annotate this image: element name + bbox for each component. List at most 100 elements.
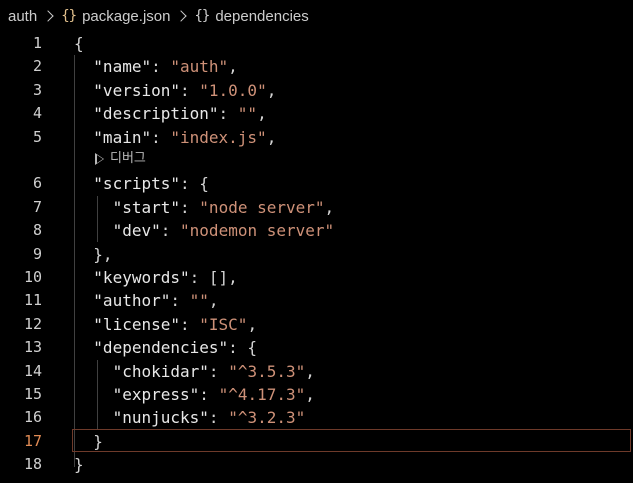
json-key: "start"	[112, 197, 181, 217]
code-text: "name": "auth",	[93, 55, 238, 78]
json-key: "description"	[93, 104, 219, 124]
code-line[interactable]: 14 "chokidar": "^3.5.3",	[0, 360, 633, 383]
json-string: "^3.2.3"	[228, 408, 306, 428]
json-punctuation: :	[160, 221, 181, 241]
json-string: "auth"	[170, 57, 229, 77]
line-number: 13	[23, 338, 42, 357]
code-line[interactable]: 6 "scripts": {	[0, 172, 633, 195]
object-braces-icon: {}	[194, 8, 210, 24]
json-braces-icon: {}	[61, 8, 77, 24]
code-text: "chokidar": "^3.5.3",	[113, 360, 315, 383]
code-line[interactable]: 1{	[0, 32, 633, 55]
json-key: "chokidar"	[112, 361, 209, 381]
line-number: 18	[23, 455, 42, 474]
code-line[interactable]: 15 "express": "^4.17.3",	[0, 383, 633, 406]
json-punctuation: : {	[228, 338, 258, 358]
code-text: "express": "^4.17.3",	[113, 383, 315, 406]
code-text: "version": "1.0.0",	[93, 79, 276, 102]
json-punctuation: :	[208, 361, 229, 381]
code-text: "dependencies": {	[93, 336, 257, 359]
breadcrumb-file-label: package.json	[82, 7, 171, 25]
json-punctuation: }	[93, 431, 103, 451]
code-line[interactable]: 13 "dependencies": {	[0, 336, 633, 359]
json-key: "main"	[93, 127, 152, 147]
code-line[interactable]: 8 "dev": "nodemon server"	[0, 219, 633, 242]
breadcrumb: auth {} package.json {} dependencies	[0, 0, 633, 32]
chevron-right-icon	[42, 10, 54, 22]
code-line[interactable]: 12 "license": "ISC",	[0, 313, 633, 336]
json-punctuation: :	[180, 197, 200, 217]
line-number: 2	[32, 57, 42, 76]
json-key: "author"	[93, 291, 171, 311]
json-key: "dependencies"	[93, 338, 229, 358]
breadcrumb-symbol-label: dependencies	[215, 7, 309, 25]
breadcrumb-file[interactable]: {} package.json	[61, 8, 170, 25]
json-key: "dev"	[112, 221, 161, 241]
json-string: "^4.17.3"	[218, 385, 306, 404]
breadcrumb-folder-label: auth	[8, 7, 38, 25]
code-line[interactable]: 11 "author": "",	[0, 289, 633, 312]
line-number: 1	[32, 34, 42, 52]
code-line[interactable]: 2 "name": "auth",	[0, 55, 633, 78]
line-number: 11	[23, 291, 42, 310]
line-number: 17	[23, 431, 42, 450]
code-line[interactable]: 4 "description": "",	[0, 102, 633, 125]
line-number: 8	[32, 221, 42, 240]
line-number: 16	[23, 408, 42, 427]
json-punctuation: ,	[247, 314, 258, 334]
json-key: "version"	[93, 80, 180, 100]
code-text: "author": "",	[93, 289, 218, 312]
json-punctuation: ,	[305, 385, 315, 404]
code-line[interactable]: 9},	[0, 243, 633, 266]
json-punctuation: ,	[324, 197, 335, 217]
code-line[interactable]: 7 "start": "node server",	[0, 196, 633, 219]
json-key: "express"	[112, 385, 200, 404]
code-text: "keywords": [],	[93, 266, 238, 289]
json-string: "^3.5.3"	[228, 361, 306, 381]
line-number: 14	[23, 361, 42, 380]
json-punctuation: {	[74, 34, 84, 53]
json-key: "scripts"	[93, 174, 180, 194]
code-line[interactable]: 10 "keywords": [],	[0, 266, 633, 289]
play-icon	[95, 152, 104, 165]
code-text: "dev": "nodemon server"	[113, 219, 335, 242]
line-number: 3	[32, 80, 42, 99]
json-string: "1.0.0"	[199, 80, 267, 100]
json-punctuation: :	[180, 80, 200, 100]
json-punctuation: ,	[266, 127, 277, 147]
code-text: "main": "index.js",	[93, 126, 276, 149]
line-number: 6	[32, 174, 42, 193]
json-punctuation: :	[151, 127, 171, 147]
code-text: "description": "",	[93, 102, 266, 125]
code-line[interactable]: 17}	[0, 430, 633, 453]
code-text: }	[74, 453, 84, 476]
code-text: "start": "node server",	[113, 196, 335, 219]
code-editor[interactable]: 디버그 1{2 "name": "auth", 3 "version": "1.0.0…	[0, 32, 633, 483]
breadcrumb-folder[interactable]: auth	[8, 8, 37, 25]
json-string: "index.js"	[170, 127, 267, 147]
json-string: "nodemon server"	[180, 221, 335, 241]
breadcrumb-symbol[interactable]: {} dependencies	[194, 8, 308, 25]
json-punctuation: :	[180, 314, 200, 334]
code-text: "nunjucks": "^3.2.3"	[113, 406, 306, 429]
json-punctuation: ,	[305, 361, 315, 381]
code-line[interactable]: 5 "main": "index.js",	[0, 126, 633, 149]
code-text: }	[93, 430, 103, 453]
debug-codelens[interactable]: 디버그	[95, 147, 146, 170]
code-line[interactable]: 18}	[0, 453, 633, 476]
code-line[interactable]: 3 "version": "1.0.0",	[0, 79, 633, 102]
code-text: "scripts": {	[93, 172, 209, 195]
json-punctuation: }	[74, 455, 84, 475]
json-punctuation: ,	[228, 57, 238, 77]
line-number: 9	[32, 244, 42, 263]
json-key: "name"	[93, 57, 152, 77]
line-number: 12	[23, 314, 42, 333]
json-punctuation: :	[208, 408, 229, 428]
json-key: "nunjucks"	[112, 408, 209, 428]
debug-codelens-label: 디버그	[110, 151, 146, 166]
json-string: ""	[237, 104, 258, 124]
line-number: 7	[32, 197, 42, 216]
json-punctuation: :	[170, 291, 190, 311]
json-punctuation: :	[199, 385, 219, 404]
code-line[interactable]: 16 "nunjucks": "^3.2.3"	[0, 406, 633, 429]
